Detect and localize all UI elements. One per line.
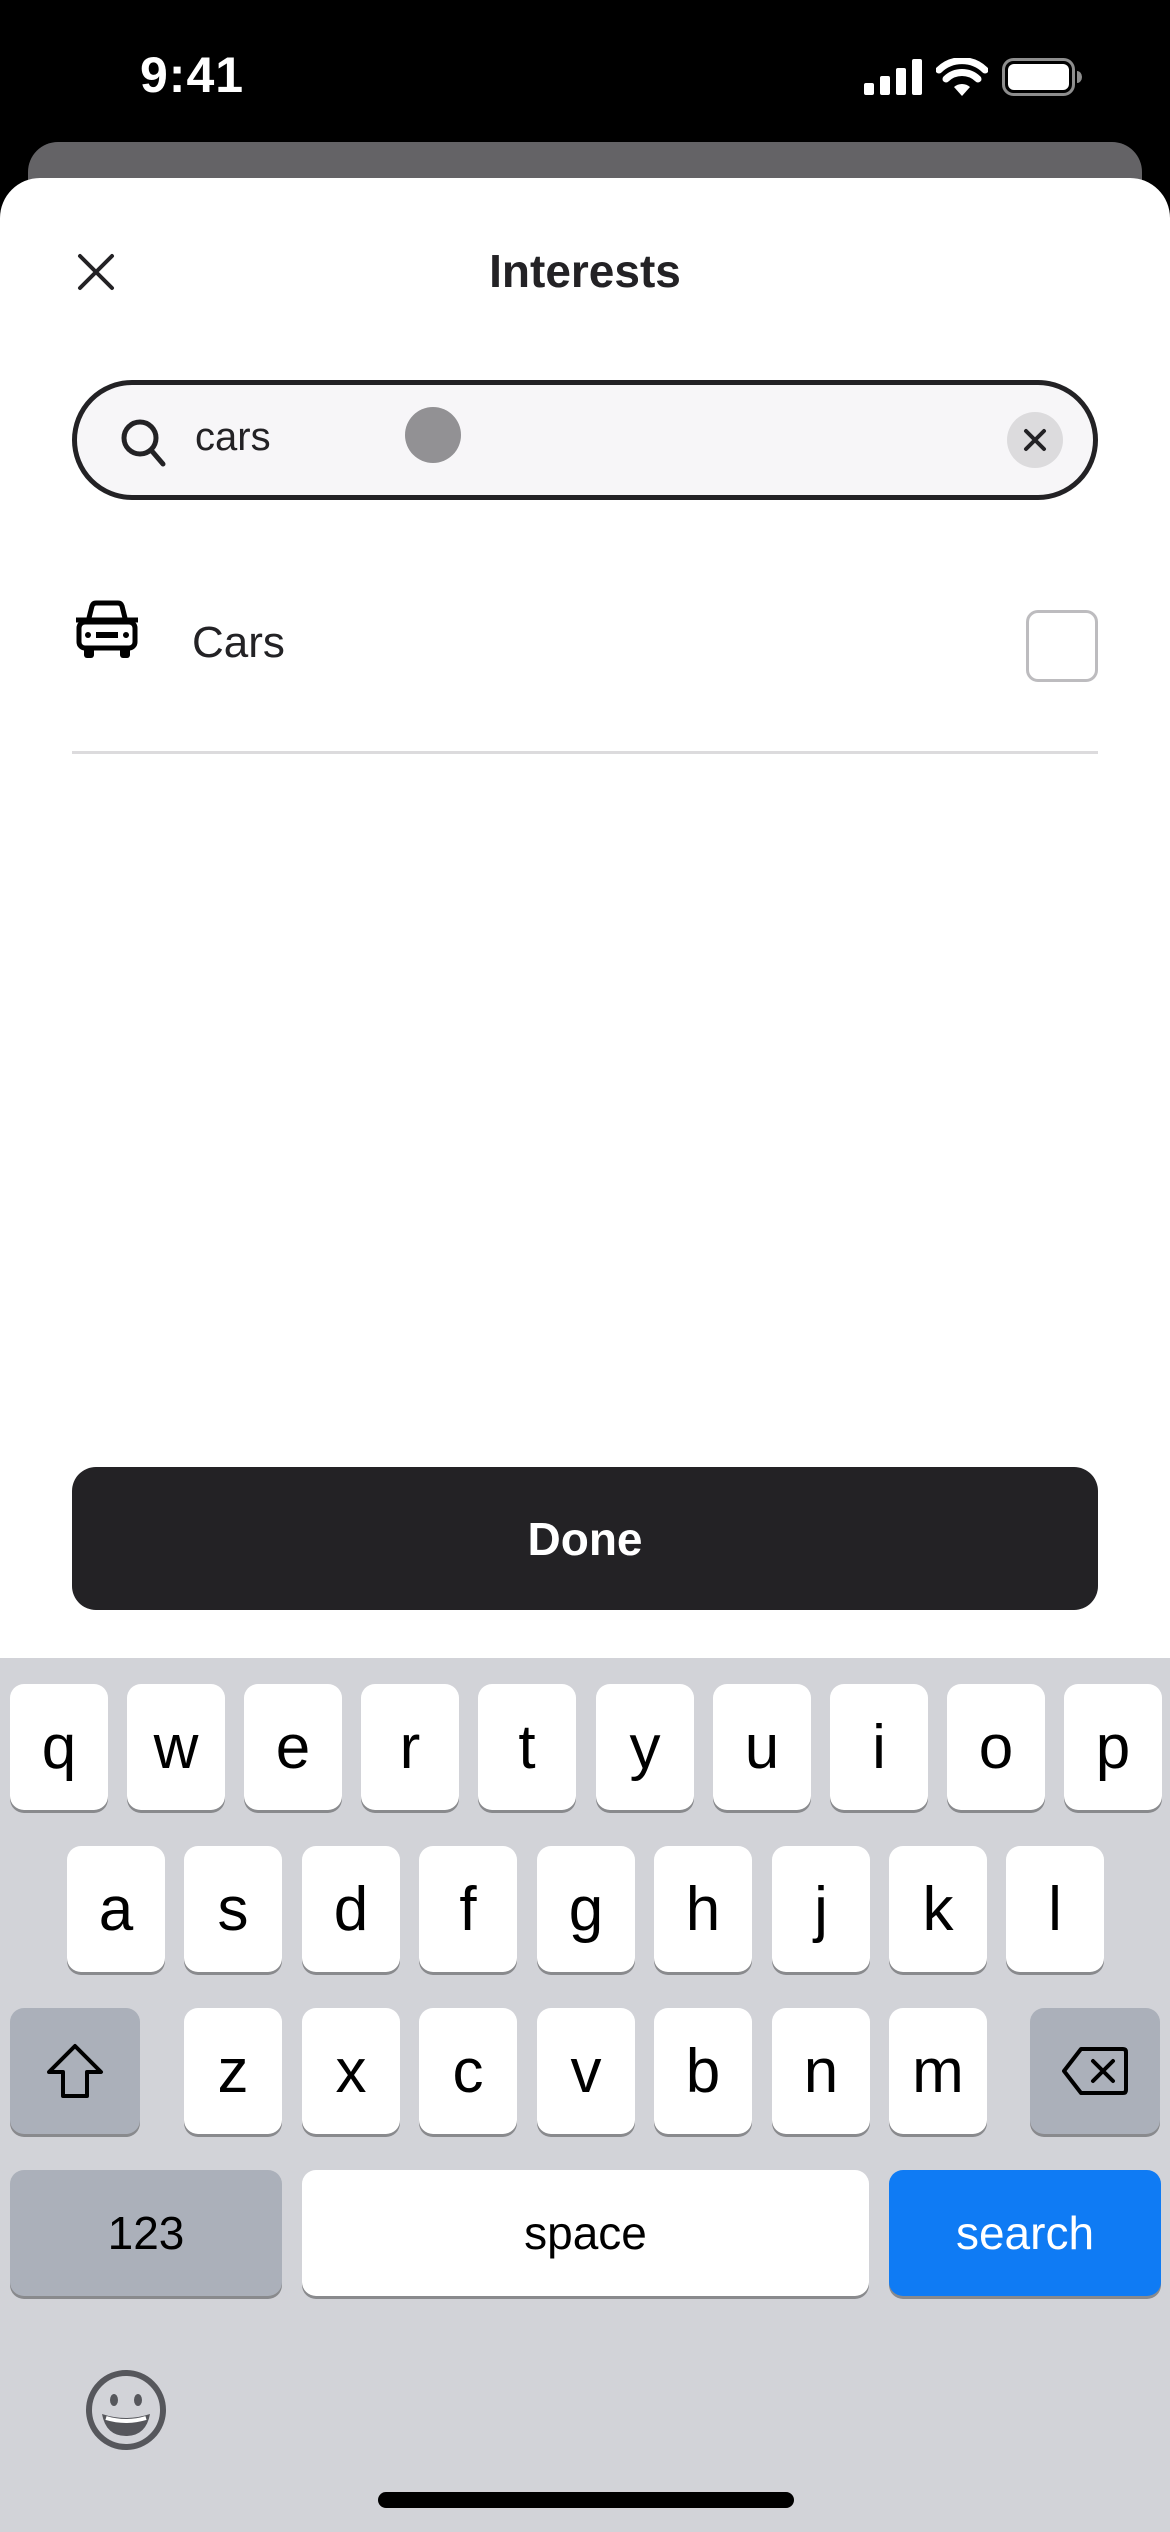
- key-k[interactable]: k: [889, 1846, 987, 1972]
- key-t[interactable]: t: [478, 1684, 576, 1810]
- list-item-label: Cars: [192, 618, 285, 667]
- clear-icon: [1024, 429, 1046, 451]
- key-j[interactable]: j: [772, 1846, 870, 1972]
- list-item[interactable]: Cars: [72, 580, 1098, 710]
- key-i[interactable]: i: [830, 1684, 928, 1810]
- key-y[interactable]: y: [596, 1684, 694, 1810]
- key-f[interactable]: f: [419, 1846, 517, 1972]
- search-icon: [121, 419, 166, 467]
- keyboard: q w e r t y u i o p a s d f g h j k l z …: [0, 1658, 1170, 2532]
- key-b[interactable]: b: [654, 2008, 752, 2134]
- key-u[interactable]: u: [713, 1684, 811, 1810]
- search-key[interactable]: search: [889, 2170, 1161, 2296]
- status-bar: 9:41: [0, 0, 1170, 140]
- space-key[interactable]: space: [302, 2170, 869, 2296]
- divider: [72, 751, 1098, 754]
- key-q[interactable]: q: [10, 1684, 108, 1810]
- battery-icon: [1002, 58, 1082, 96]
- key-h[interactable]: h: [654, 1846, 752, 1972]
- key-s[interactable]: s: [184, 1846, 282, 1972]
- key-e[interactable]: e: [244, 1684, 342, 1810]
- status-icons: [864, 58, 1082, 96]
- wifi-icon: [936, 58, 988, 96]
- key-x[interactable]: x: [302, 2008, 400, 2134]
- key-l[interactable]: l: [1006, 1846, 1104, 1972]
- key-o[interactable]: o: [947, 1684, 1045, 1810]
- backspace-key[interactable]: [1030, 2008, 1160, 2134]
- key-w[interactable]: w: [127, 1684, 225, 1810]
- search-input[interactable]: cars: [72, 380, 1098, 500]
- status-time: 9:41: [140, 47, 245, 103]
- home-indicator: [378, 2492, 794, 2508]
- search-value[interactable]: cars: [195, 415, 271, 460]
- key-c[interactable]: c: [419, 2008, 517, 2134]
- key-d[interactable]: d: [302, 1846, 400, 1972]
- touch-indicator: [405, 407, 461, 463]
- key-r[interactable]: r: [361, 1684, 459, 1810]
- clear-search-button[interactable]: [1007, 412, 1063, 468]
- list-item-checkbox[interactable]: [1026, 610, 1098, 682]
- key-p[interactable]: p: [1064, 1684, 1162, 1810]
- backspace-icon: [1062, 2047, 1128, 2095]
- interests-sheet: Interests cars Cars Done: [0, 178, 1170, 1658]
- key-g[interactable]: g: [537, 1846, 635, 1972]
- page-title: Interests: [489, 245, 681, 297]
- shift-icon: [47, 2044, 103, 2098]
- signal-icon: [864, 59, 922, 95]
- done-button[interactable]: Done: [72, 1467, 1098, 1610]
- key-a[interactable]: a: [67, 1846, 165, 1972]
- key-z[interactable]: z: [184, 2008, 282, 2134]
- shift-key[interactable]: [10, 2008, 140, 2134]
- key-n[interactable]: n: [772, 2008, 870, 2134]
- numbers-key[interactable]: 123: [10, 2170, 282, 2296]
- key-v[interactable]: v: [537, 2008, 635, 2134]
- car-icon: [76, 600, 138, 658]
- emoji-button[interactable]: [84, 2368, 168, 2457]
- emoji-icon: [86, 2370, 166, 2450]
- key-m[interactable]: m: [889, 2008, 987, 2134]
